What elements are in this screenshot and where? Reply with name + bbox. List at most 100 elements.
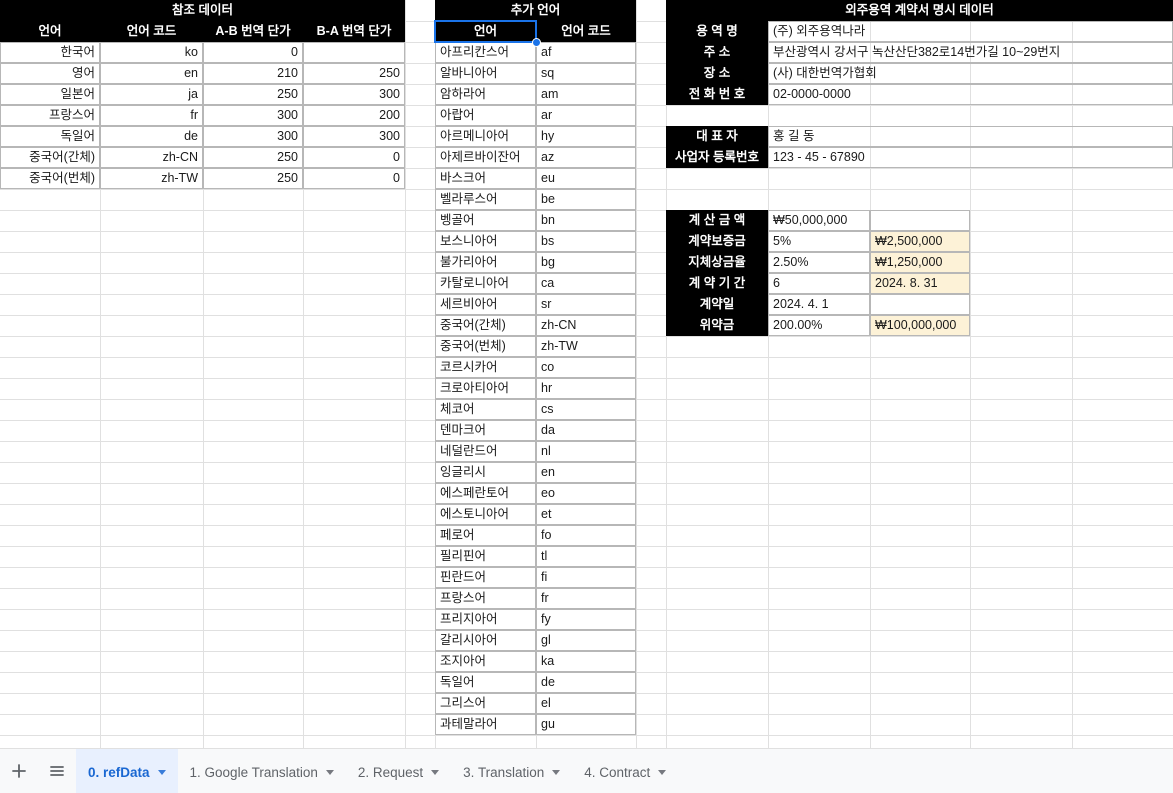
extra-row-language[interactable]: 아프리칸스어: [435, 42, 536, 63]
extra-row-code[interactable]: bg: [536, 252, 636, 273]
extra-row-code[interactable]: fo: [536, 525, 636, 546]
extra-row-code[interactable]: eu: [536, 168, 636, 189]
extra-row-language[interactable]: 아르메니아어: [435, 126, 536, 147]
sheet-tab-0[interactable]: 0. refData: [76, 749, 178, 793]
extra-row-language[interactable]: 에스토니아어: [435, 504, 536, 525]
sheet-tab-3[interactable]: 3. Translation: [451, 749, 572, 793]
ref-row-ba-price[interactable]: 0: [303, 168, 405, 189]
contract-company-value[interactable]: 02-0000-0000: [768, 84, 1173, 105]
contract-amount-value[interactable]: 5%: [768, 231, 870, 252]
extra-row-language[interactable]: 체코어: [435, 399, 536, 420]
extra-row-code[interactable]: ca: [536, 273, 636, 294]
ref-row-ab-price[interactable]: 300: [203, 105, 303, 126]
chevron-down-icon[interactable]: [157, 770, 166, 775]
extra-row-language[interactable]: 네덜란드어: [435, 441, 536, 462]
ref-row-code[interactable]: zh-TW: [100, 168, 203, 189]
extra-row-code[interactable]: co: [536, 357, 636, 378]
extra-row-language[interactable]: 바스크어: [435, 168, 536, 189]
contract-amount-value[interactable]: 2.50%: [768, 252, 870, 273]
extra-row-code[interactable]: el: [536, 693, 636, 714]
extra-row-code[interactable]: en: [536, 462, 636, 483]
extra-row-language[interactable]: 코르시카어: [435, 357, 536, 378]
extra-row-language[interactable]: 프리지아어: [435, 609, 536, 630]
sheet-tab-4[interactable]: 4. Contract: [572, 749, 678, 793]
extra-row-language[interactable]: 중국어(번체): [435, 336, 536, 357]
extra-row-language[interactable]: 알바니아어: [435, 63, 536, 84]
ref-row-ba-price[interactable]: [303, 42, 405, 63]
extra-row-code[interactable]: cs: [536, 399, 636, 420]
contract-amount-extra[interactable]: [870, 210, 970, 231]
all-sheets-menu-button[interactable]: [38, 749, 76, 793]
extra-row-code[interactable]: sq: [536, 63, 636, 84]
ref-row-language[interactable]: 독일어: [0, 126, 100, 147]
ref-row-code[interactable]: zh-CN: [100, 147, 203, 168]
extra-row-language[interactable]: 보스니아어: [435, 231, 536, 252]
extra-row-code[interactable]: tl: [536, 546, 636, 567]
extra-row-code[interactable]: ka: [536, 651, 636, 672]
extra-row-language[interactable]: 불가리아어: [435, 252, 536, 273]
extra-row-language[interactable]: 페로어: [435, 525, 536, 546]
extra-row-language[interactable]: 벵골어: [435, 210, 536, 231]
contract-company-value[interactable]: 부산광역시 강서구 녹산산단382로14번가길 10~29번지: [768, 42, 1173, 63]
ref-row-code[interactable]: ja: [100, 84, 203, 105]
ref-row-ba-price[interactable]: 0: [303, 147, 405, 168]
contract-amount-value[interactable]: 6: [768, 273, 870, 294]
fill-handle[interactable]: [532, 38, 541, 47]
ref-row-ab-price[interactable]: 300: [203, 126, 303, 147]
contract-amount-extra[interactable]: ₩100,000,000: [870, 315, 970, 336]
extra-row-code[interactable]: nl: [536, 441, 636, 462]
contract-amount-value[interactable]: 2024. 4. 1: [768, 294, 870, 315]
extra-row-code[interactable]: sr: [536, 294, 636, 315]
ref-row-ba-price[interactable]: 300: [303, 84, 405, 105]
extra-row-code[interactable]: eo: [536, 483, 636, 504]
extra-row-language[interactable]: 아제르바이잔어: [435, 147, 536, 168]
contract-amount-value[interactable]: 200.00%: [768, 315, 870, 336]
extra-row-code[interactable]: hy: [536, 126, 636, 147]
extra-row-code[interactable]: gu: [536, 714, 636, 735]
ref-row-language[interactable]: 영어: [0, 63, 100, 84]
ref-row-language[interactable]: 중국어(번체): [0, 168, 100, 189]
extra-row-code[interactable]: et: [536, 504, 636, 525]
ref-row-language[interactable]: 일본어: [0, 84, 100, 105]
chevron-down-icon[interactable]: [431, 770, 440, 775]
extra-row-language[interactable]: 암하라어: [435, 84, 536, 105]
ref-row-ab-price[interactable]: 210: [203, 63, 303, 84]
extra-row-language[interactable]: 잉글리시: [435, 462, 536, 483]
sheet-tab-1[interactable]: 1. Google Translation: [178, 749, 346, 793]
ref-row-language[interactable]: 중국어(간체): [0, 147, 100, 168]
ref-row-language[interactable]: 프랑스어: [0, 105, 100, 126]
spreadsheet-grid[interactable]: 참조 데이터 언어 언어 코드 A-B 번역 단가 B-A 번역 단가 한국어 ko 0 영어 e…: [0, 0, 1173, 748]
extra-row-code[interactable]: hr: [536, 378, 636, 399]
sheet-tab-2[interactable]: 2. Request: [346, 749, 451, 793]
extra-row-code[interactable]: gl: [536, 630, 636, 651]
extra-row-code[interactable]: bn: [536, 210, 636, 231]
contract-rep-value[interactable]: 123 - 45 - 67890: [768, 147, 1173, 168]
extra-row-code[interactable]: de: [536, 672, 636, 693]
extra-row-code[interactable]: be: [536, 189, 636, 210]
chevron-down-icon[interactable]: [658, 770, 667, 775]
ref-row-ba-price[interactable]: 250: [303, 63, 405, 84]
ref-row-ab-price[interactable]: 250: [203, 168, 303, 189]
add-sheet-button[interactable]: [0, 749, 38, 793]
extra-row-language[interactable]: 벨라루스어: [435, 189, 536, 210]
extra-row-code[interactable]: fr: [536, 588, 636, 609]
extra-row-language[interactable]: 카탈로니아어: [435, 273, 536, 294]
extra-row-code[interactable]: fy: [536, 609, 636, 630]
extra-row-language[interactable]: 갈리시아어: [435, 630, 536, 651]
extra-row-language[interactable]: 크로아티아어: [435, 378, 536, 399]
extra-row-language[interactable]: 중국어(간체): [435, 315, 536, 336]
extra-row-code[interactable]: am: [536, 84, 636, 105]
ref-row-code[interactable]: ko: [100, 42, 203, 63]
extra-row-code[interactable]: bs: [536, 231, 636, 252]
ref-row-code[interactable]: en: [100, 63, 203, 84]
extra-row-code[interactable]: fi: [536, 567, 636, 588]
ref-row-ba-price[interactable]: 300: [303, 126, 405, 147]
extra-row-language[interactable]: 그리스어: [435, 693, 536, 714]
contract-amount-extra[interactable]: [870, 294, 970, 315]
extra-row-language[interactable]: 조지아어: [435, 651, 536, 672]
contract-amount-extra[interactable]: ₩1,250,000: [870, 252, 970, 273]
extra-row-language[interactable]: 핀란드어: [435, 567, 536, 588]
ref-row-ab-price[interactable]: 250: [203, 147, 303, 168]
extra-row-language[interactable]: 세르비아어: [435, 294, 536, 315]
extra-row-language[interactable]: 덴마크어: [435, 420, 536, 441]
